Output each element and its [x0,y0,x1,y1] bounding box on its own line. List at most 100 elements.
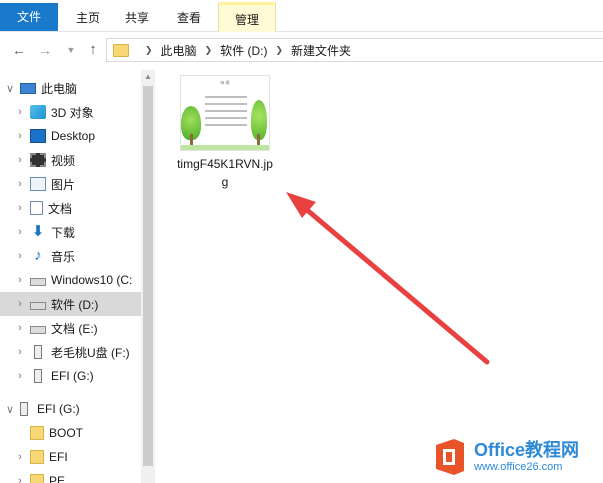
nav-item-drive-g[interactable]: › EFI (G:) [0,364,141,388]
nav-item-drive-d[interactable]: › 软件 (D:) [0,292,141,316]
navigation-pane-scrollbar[interactable]: ▲ [141,70,155,483]
document-icon [30,201,43,215]
nav-item-documents[interactable]: › 文档 [0,196,141,220]
watermark: Office教程网 www.office26.com [432,430,603,483]
chevron-right-icon[interactable]: › [14,226,26,238]
nav-item-folder-efi[interactable]: › EFI [0,445,141,469]
chevron-right-icon[interactable]: › [14,106,26,118]
nav-item-drive-f[interactable]: › 老毛桃U盘 (F:) [0,340,141,364]
nav-item-label: 老毛桃U盘 (F:) [51,345,130,360]
address-bar[interactable]: ❯ 此电脑 ❯ 软件 (D:) ❯ 新建文件夹 [106,38,603,62]
nav-item-label: 图片 [51,177,76,192]
scrollbar-thumb[interactable] [143,86,153,466]
3d-objects-icon [30,105,46,119]
up-arrow-icon[interactable]: ↑ [84,40,102,60]
nav-item-folder-pe[interactable]: › PE [0,469,141,483]
chevron-right-icon[interactable]: › [14,274,26,286]
thumbnail-text-line [205,103,247,105]
breadcrumb-this-pc[interactable]: 此电脑 [161,42,197,59]
scroll-up-arrow-icon[interactable]: ▲ [141,70,155,84]
nav-item-efi-root[interactable]: ∨ EFI (G:) [0,397,141,421]
chevron-right-icon[interactable]: › [14,370,26,382]
nav-item-downloads[interactable]: › ⬇ 下载 [0,220,141,244]
folder-icon [30,474,44,483]
nav-item-label: BOOT [49,426,84,440]
chevron-right-icon[interactable]: › [14,475,26,483]
breadcrumb-separator-icon[interactable]: ❯ [205,45,213,56]
file-name[interactable]: timgF45K1RVN.jpg [177,155,273,191]
usb-drive-icon [34,345,42,359]
nav-item-label: 软件 (D:) [51,297,99,312]
thumbnail-text-line [205,117,247,119]
recent-locations-chevron-icon[interactable]: ▼ [62,40,80,60]
file-list-area[interactable]: 咏 柳 timgF45K1RVN.jpg [155,70,603,483]
thumbnail-title: 咏 柳 [220,80,230,85]
file-item[interactable]: 咏 柳 timgF45K1RVN.jpg [177,75,273,190]
forward-arrow-icon[interactable]: → [36,40,54,60]
nav-item-label: EFI (G:) [37,402,80,416]
nav-item-pictures[interactable]: › 图片 [0,172,141,196]
tab-manage[interactable]: 管理 [218,2,276,32]
breadcrumb-separator-icon[interactable]: ❯ [275,45,283,56]
picture-icon [30,177,46,191]
nav-item-label: Desktop [51,129,96,143]
breadcrumb-drive-d[interactable]: 软件 (D:) [220,42,267,59]
nav-item-music[interactable]: › ♪ 音乐 [0,244,141,268]
chevron-right-icon[interactable]: › [14,178,26,190]
chevron-right-icon[interactable]: › [14,451,26,463]
nav-item-label: Windows10 (C: [51,273,133,287]
download-icon: ⬇ [31,223,45,240]
chevron-right-icon[interactable]: › [14,130,26,142]
drive-icon [30,326,46,334]
nav-item-label: 音乐 [51,249,76,264]
thumbnail-text-line [205,96,247,98]
drive-icon [30,278,46,286]
computer-icon [20,82,36,94]
nav-item-label: 3D 对象 [51,105,94,120]
nav-item-label: EFI [49,450,68,464]
breadcrumb-new-folder[interactable]: 新建文件夹 [291,42,351,59]
thumbnail-text-line [205,110,247,112]
folder-icon [30,450,44,464]
music-icon: ♪ [34,247,42,264]
nav-item-label: 视频 [51,153,76,168]
chevron-right-icon[interactable]: › [14,202,26,214]
nav-item-desktop[interactable]: › Desktop [0,124,141,148]
grass-strip [181,145,269,150]
chevron-right-icon[interactable]: › [14,154,26,166]
thumbnail-text-line [205,124,247,126]
usb-drive-icon [34,369,42,383]
watermark-url: www.office26.com [474,460,563,473]
desktop-icon [30,129,46,143]
tab-home[interactable]: 主页 [68,5,108,31]
chevron-down-icon[interactable]: ∨ [4,82,16,95]
folder-icon [113,43,129,57]
folder-icon [30,426,44,440]
nav-item-3d-objects[interactable]: › 3D 对象 [0,100,141,124]
chevron-right-icon[interactable]: › [14,250,26,262]
breadcrumb-separator-icon[interactable]: ❯ [145,45,153,56]
tab-view[interactable]: 查看 [169,5,209,31]
tab-file[interactable]: 文件 [0,3,58,31]
chevron-right-icon[interactable]: › [14,346,26,358]
nav-item-label: 此电脑 [41,81,78,96]
image-thumbnail: 咏 柳 [180,75,270,151]
nav-item-label: PE [49,474,66,483]
nav-item-folder-boot[interactable]: › BOOT [0,421,141,445]
chevron-right-icon[interactable]: › [14,322,26,334]
nav-item-label: 下载 [51,225,76,240]
ribbon-tabs: 文件 主页 共享 查看 管理 [0,0,603,32]
tab-share[interactable]: 共享 [117,5,157,31]
nav-item-this-pc[interactable]: ∨ 此电脑 [0,76,141,100]
navigation-pane: ∨ 此电脑 › 3D 对象 › Desktop › 视频 › 图片 › 文档 ›… [0,70,155,483]
navigation-bar: ← → ▼ ↑ ❯ 此电脑 ❯ 软件 (D:) ❯ 新建文件夹 [0,36,603,64]
nav-item-label: 文档 [48,201,73,216]
chevron-down-icon[interactable]: ∨ [4,403,16,416]
nav-item-drive-c[interactable]: › Windows10 (C: [0,268,141,292]
office-logo-icon [432,437,468,477]
back-arrow-icon[interactable]: ← [10,40,28,60]
chevron-right-icon[interactable]: › [14,298,26,310]
nav-item-label: 文档 (E:) [51,321,98,336]
nav-item-videos[interactable]: › 视频 [0,148,141,172]
nav-item-drive-e[interactable]: › 文档 (E:) [0,316,141,340]
